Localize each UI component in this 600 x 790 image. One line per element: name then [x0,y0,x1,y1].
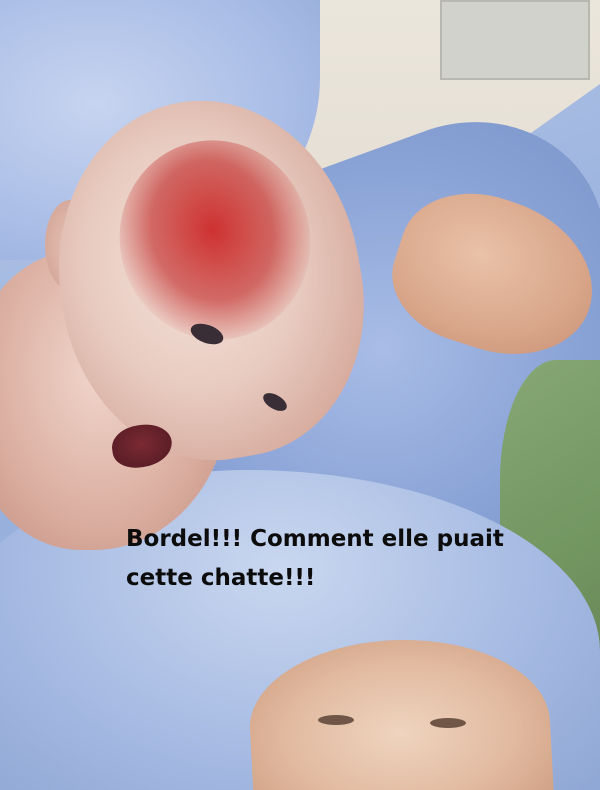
mother-eye-left [318,715,354,725]
caption-line-2: cette chatte!!! [126,565,316,591]
caption-text: Bordel!!! Comment elle puait cette chatt… [126,520,596,598]
photo: Bordel!!! Comment elle puait cette chatt… [0,0,600,790]
caption-line-1: Bordel!!! Comment elle puait [126,526,504,552]
wall-panel [440,0,590,80]
mother-eye-right [430,718,466,728]
